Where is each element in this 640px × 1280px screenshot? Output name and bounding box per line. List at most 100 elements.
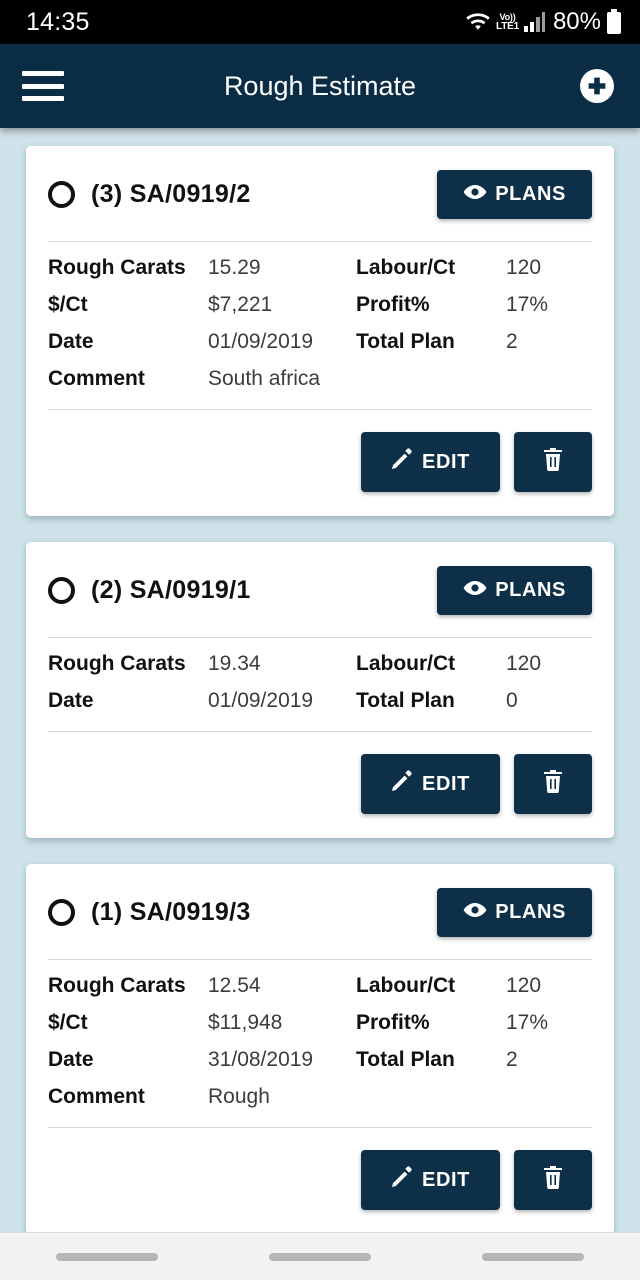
- detail-row: $/Ct $11,948 Profit% 17%: [48, 1011, 592, 1035]
- plans-button-label: PLANS: [495, 183, 566, 205]
- select-radio-icon[interactable]: [48, 899, 75, 926]
- hamburger-line: [22, 71, 64, 76]
- battery-percent-label: 80%: [552, 8, 601, 35]
- pencil-icon: [391, 448, 413, 476]
- detail-label: Labour/Ct: [356, 652, 456, 675]
- signal-icon: [523, 12, 546, 32]
- card-title: (2) SA/0919/1: [91, 576, 251, 604]
- card-actions: EDIT: [48, 410, 592, 516]
- detail-label: Rough Carats: [48, 974, 186, 997]
- volte-icon: Vo)) LTE1: [496, 12, 519, 32]
- card-header: (2) SA/0919/1 PLANS: [48, 542, 592, 637]
- detail-value: 17%: [506, 1011, 549, 1034]
- battery-icon: [606, 9, 622, 35]
- delete-button[interactable]: [514, 432, 592, 492]
- nav-back-button[interactable]: [482, 1252, 585, 1261]
- nav-home-button[interactable]: [268, 1252, 371, 1261]
- detail-label: $/Ct: [48, 1011, 88, 1034]
- rough-estimate-card[interactable]: (3) SA/0919/2 PLANS Rough Carats 15.29 L…: [26, 146, 614, 516]
- eye-icon: [463, 901, 487, 924]
- trash-icon: [542, 769, 564, 799]
- detail-row: Rough Carats 19.34 Labour/Ct 120: [48, 652, 592, 676]
- detail-row: Comment South africa: [48, 367, 592, 391]
- detail-label: Profit%: [356, 1011, 430, 1034]
- detail-value: 01/09/2019: [208, 330, 314, 353]
- detail-value: $11,948: [208, 1011, 283, 1034]
- card-title-group: (1) SA/0919/3: [48, 898, 251, 927]
- card-actions: EDIT: [48, 732, 592, 838]
- hamburger-menu-icon[interactable]: [22, 71, 64, 101]
- detail-value: 17%: [506, 293, 549, 316]
- detail-label: Total Plan: [356, 689, 455, 712]
- plans-button-label: PLANS: [495, 579, 566, 601]
- app-bar: Rough Estimate: [0, 44, 640, 128]
- detail-row: Date 01/09/2019 Total Plan 2: [48, 330, 592, 354]
- card-details: Rough Carats 15.29 Labour/Ct 120 $/Ct $7…: [48, 242, 592, 409]
- edit-button[interactable]: EDIT: [361, 1150, 500, 1210]
- detail-label: Total Plan: [356, 330, 455, 353]
- detail-value: 12.54: [208, 974, 261, 997]
- detail-value: 19.34: [208, 652, 261, 675]
- hamburger-line: [22, 96, 64, 101]
- select-radio-icon[interactable]: [48, 577, 75, 604]
- pencil-icon: [391, 1166, 413, 1194]
- detail-label: Comment: [48, 367, 145, 390]
- detail-row: Rough Carats 15.29 Labour/Ct 120: [48, 256, 592, 280]
- wifi-icon: [465, 11, 491, 33]
- card-header: (3) SA/0919/2 PLANS: [48, 146, 592, 241]
- detail-label: Rough Carats: [48, 652, 186, 675]
- card-title-group: (2) SA/0919/1: [48, 576, 251, 605]
- detail-value: 01/09/2019: [208, 689, 314, 712]
- card-details: Rough Carats 19.34 Labour/Ct 120 Date 01…: [48, 638, 592, 731]
- detail-label: Comment: [48, 1085, 145, 1108]
- hamburger-line: [22, 83, 64, 89]
- detail-row: $/Ct $7,221 Profit% 17%: [48, 293, 592, 317]
- detail-value: 31/08/2019: [208, 1048, 314, 1071]
- detail-value: 120: [506, 652, 542, 675]
- add-circle-icon[interactable]: [576, 65, 618, 107]
- plans-button[interactable]: PLANS: [437, 888, 592, 937]
- detail-label: Total Plan: [356, 1048, 455, 1071]
- detail-value: 120: [506, 974, 542, 997]
- detail-value: 15.29: [208, 256, 261, 279]
- card-title-group: (3) SA/0919/2: [48, 180, 251, 209]
- status-bar-clock: 14:35: [26, 7, 90, 36]
- detail-label: Rough Carats: [48, 256, 186, 279]
- detail-row: Rough Carats 12.54 Labour/Ct 120: [48, 974, 592, 998]
- edit-button-label: EDIT: [422, 772, 470, 795]
- nav-recents-button[interactable]: [55, 1252, 158, 1261]
- card-details: Rough Carats 12.54 Labour/Ct 120 $/Ct $1…: [48, 960, 592, 1127]
- detail-row: Date 01/09/2019 Total Plan 0: [48, 689, 592, 713]
- edit-button[interactable]: EDIT: [361, 432, 500, 492]
- detail-label: Date: [48, 689, 94, 712]
- plans-button[interactable]: PLANS: [437, 566, 592, 615]
- delete-button[interactable]: [514, 1150, 592, 1210]
- detail-label: Date: [48, 1048, 94, 1071]
- trash-icon: [542, 447, 564, 477]
- select-radio-icon[interactable]: [48, 181, 75, 208]
- card-title: (1) SA/0919/3: [91, 898, 251, 926]
- page-title: Rough Estimate: [223, 70, 417, 101]
- status-bar-icons: Vo)) LTE1 80%: [465, 8, 622, 36]
- detail-value: 120: [506, 256, 542, 279]
- rough-estimate-list[interactable]: (3) SA/0919/2 PLANS Rough Carats 15.29 L…: [0, 128, 640, 1232]
- card-header: (1) SA/0919/3 PLANS: [48, 864, 592, 959]
- rough-estimate-card[interactable]: (2) SA/0919/1 PLANS Rough Carats 19.34 L…: [26, 542, 614, 838]
- edit-button-label: EDIT: [422, 1168, 470, 1191]
- detail-row: Comment Rough: [48, 1085, 592, 1109]
- eye-icon: [463, 183, 487, 206]
- detail-value: 2: [506, 330, 518, 353]
- card-actions: EDIT: [48, 1128, 592, 1232]
- plans-button[interactable]: PLANS: [437, 170, 592, 219]
- detail-label: $/Ct: [48, 293, 88, 316]
- detail-label: Labour/Ct: [356, 256, 456, 279]
- edit-button-label: EDIT: [422, 450, 470, 473]
- rough-estimate-card[interactable]: (1) SA/0919/3 PLANS Rough Carats 12.54 L…: [26, 864, 614, 1232]
- delete-button[interactable]: [514, 754, 592, 814]
- detail-row: Date 31/08/2019 Total Plan 2: [48, 1048, 592, 1072]
- detail-label: Date: [48, 330, 94, 353]
- edit-button[interactable]: EDIT: [361, 754, 500, 814]
- detail-label: Profit%: [356, 293, 430, 316]
- status-bar: 14:35 Vo)) LTE1 80%: [0, 0, 640, 44]
- android-navigation-bar: [0, 1232, 640, 1280]
